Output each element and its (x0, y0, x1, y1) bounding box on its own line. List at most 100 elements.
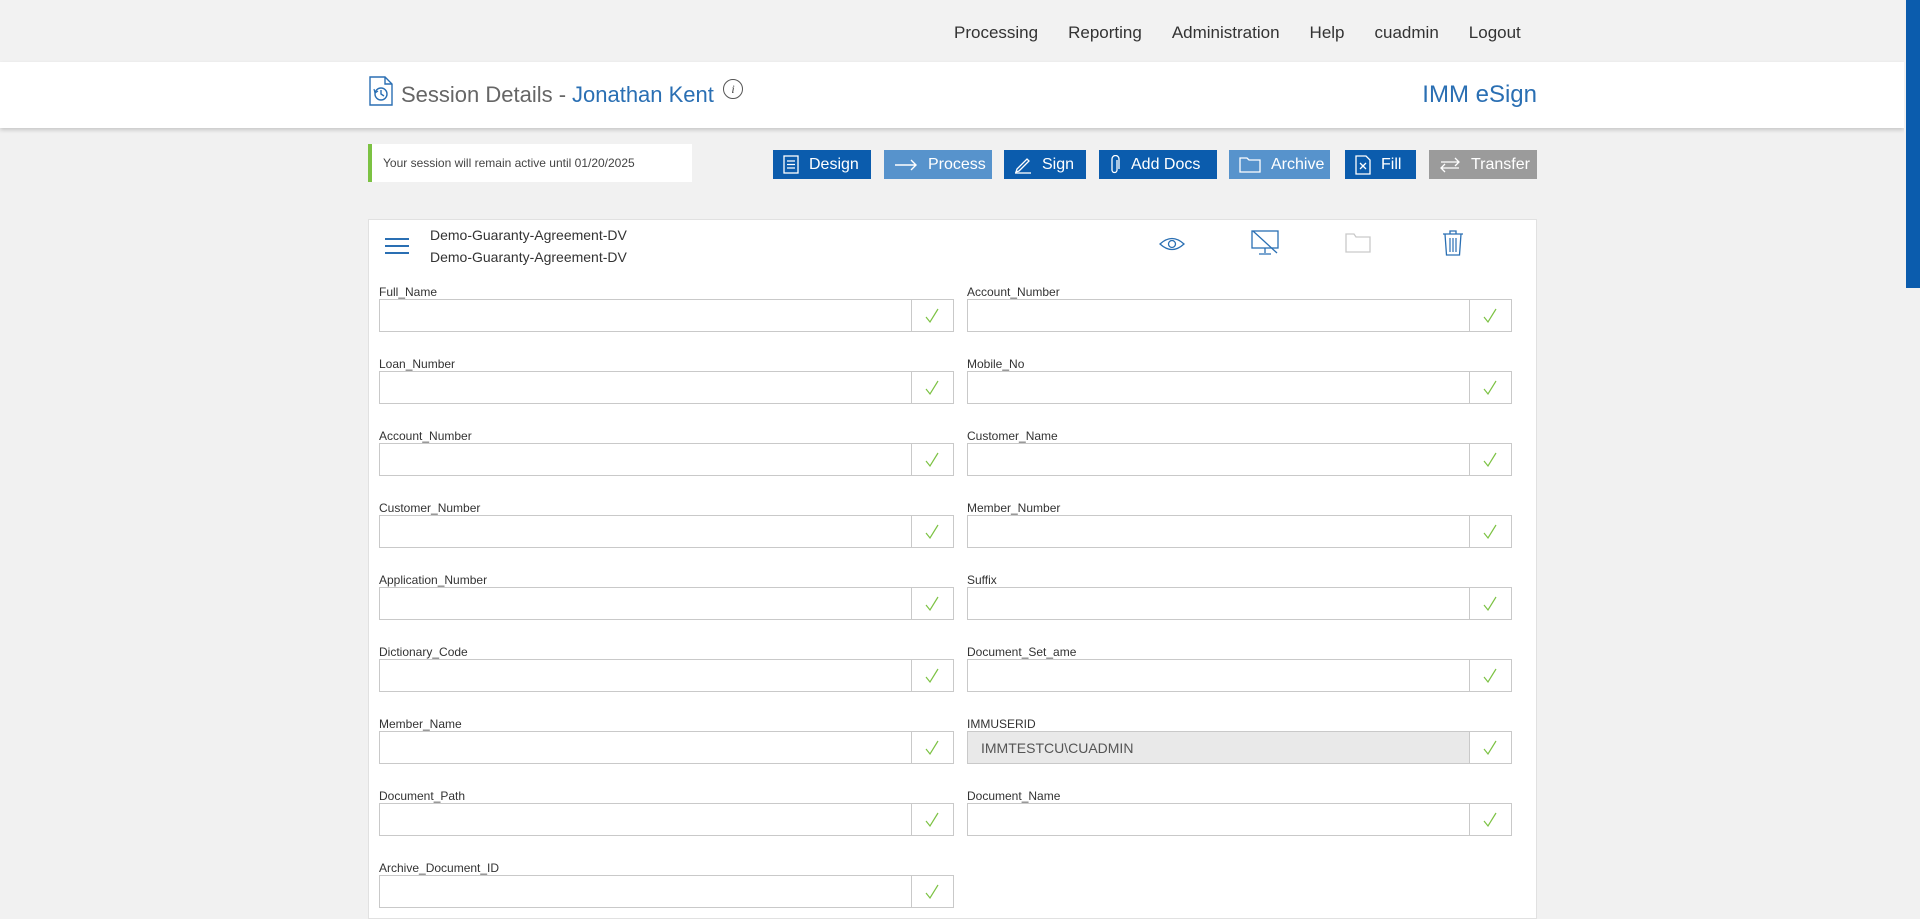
field-label: Dictionary_Code (379, 645, 468, 659)
page-header: Session Details - Jonathan Kent i IMM eS… (0, 62, 1904, 128)
folder-icon (1239, 157, 1261, 173)
scrollbar-thumb[interactable] (1906, 0, 1920, 288)
transfer-label: Transfer (1471, 155, 1530, 173)
nav-links: Processing Reporting Administration Help… (954, 23, 1551, 43)
field-value: IMMTESTCU\CUADMIN (981, 740, 1134, 756)
checkmark-icon (1483, 380, 1497, 396)
checkmark-icon (1483, 452, 1497, 468)
field-label: Archive_Document_ID (379, 861, 500, 875)
fill-form-icon (1355, 154, 1371, 175)
hamburger-icon[interactable] (385, 238, 409, 259)
confirm-button[interactable] (912, 587, 954, 620)
mobile-no-input[interactable] (967, 371, 1470, 404)
confirm-button[interactable] (1470, 299, 1512, 332)
archive-button[interactable]: Archive (1229, 150, 1330, 179)
checkmark-icon (1483, 740, 1497, 756)
confirm-button[interactable] (1470, 659, 1512, 692)
design-button[interactable]: Design (773, 150, 871, 179)
session-history-icon (369, 76, 393, 106)
folder-icon (1345, 233, 1371, 253)
document-subname: Demo-Guaranty-Agreement-DV (430, 249, 627, 265)
add-docs-button[interactable]: Add Docs (1099, 150, 1217, 179)
list-icon (783, 155, 799, 174)
checkmark-icon (925, 380, 939, 396)
customer-name-input[interactable] (967, 443, 1470, 476)
full-name-input[interactable] (379, 299, 912, 332)
info-icon[interactable]: i (723, 79, 743, 99)
member-number-input[interactable] (967, 515, 1470, 548)
fill-button[interactable]: Fill (1345, 150, 1416, 179)
nav-reporting[interactable]: Reporting (1068, 23, 1142, 43)
field-label: Customer_Name (967, 429, 1058, 443)
confirm-button[interactable] (912, 371, 954, 404)
session-notice: Your session will remain active until 01… (368, 144, 692, 182)
transfer-button[interactable]: Transfer (1429, 150, 1537, 179)
document-name-input[interactable] (967, 803, 1470, 836)
checkmark-icon (925, 524, 939, 540)
checkmark-icon (925, 884, 939, 900)
session-name: Jonathan Kent (572, 82, 714, 107)
document-card: Demo-Guaranty-Agreement-DV Demo-Guaranty… (368, 219, 1537, 919)
monitor-off-icon[interactable] (1251, 230, 1279, 256)
field-label: Account_Number (379, 429, 472, 443)
nav-user[interactable]: cuadmin (1375, 23, 1439, 43)
field-label: IMMUSERID (967, 717, 1036, 731)
checkmark-icon (925, 668, 939, 684)
field-label: Mobile_No (967, 357, 1025, 371)
page-title: Session Details - (401, 82, 567, 107)
field-label: Application_Number (379, 573, 488, 587)
checkmark-icon (925, 740, 939, 756)
customer-number-input[interactable] (379, 515, 912, 548)
eye-icon[interactable] (1159, 236, 1185, 252)
field-label: Document_Set_ame (967, 645, 1077, 659)
nav-help[interactable]: Help (1310, 23, 1345, 43)
field-label: Document_Name (967, 789, 1061, 803)
confirm-button[interactable] (1470, 371, 1512, 404)
field-label: Member_Number (967, 501, 1061, 515)
checkmark-icon (1483, 812, 1497, 828)
confirm-button[interactable] (1470, 731, 1512, 764)
process-label: Process (928, 155, 986, 173)
confirm-button[interactable] (912, 515, 954, 548)
trash-icon[interactable] (1442, 230, 1464, 256)
confirm-button[interactable] (912, 803, 954, 836)
confirm-button[interactable] (912, 875, 954, 908)
confirm-button[interactable] (1470, 803, 1512, 836)
suffix-input[interactable] (967, 587, 1470, 620)
nav-logout[interactable]: Logout (1469, 23, 1521, 43)
confirm-button[interactable] (912, 659, 954, 692)
field-label: Suffix (967, 573, 997, 587)
confirm-button[interactable] (912, 731, 954, 764)
nav-processing[interactable]: Processing (954, 23, 1038, 43)
checkmark-icon (925, 308, 939, 324)
sign-label: Sign (1042, 155, 1075, 173)
sign-button[interactable]: Sign (1004, 150, 1086, 179)
account-number-2-input[interactable] (967, 299, 1470, 332)
design-label: Design (809, 155, 859, 173)
checkmark-icon (1483, 308, 1497, 324)
transfer-icon (1440, 157, 1460, 172)
checkmark-icon (925, 812, 939, 828)
document-set-name-input[interactable] (967, 659, 1470, 692)
confirm-button[interactable] (1470, 515, 1512, 548)
process-button[interactable]: Process (884, 150, 992, 179)
confirm-button[interactable] (1470, 443, 1512, 476)
archive-document-id-input[interactable] (379, 875, 912, 908)
confirm-button[interactable] (1470, 587, 1512, 620)
confirm-button[interactable] (912, 299, 954, 332)
checkmark-icon (1483, 524, 1497, 540)
document-name: Demo-Guaranty-Agreement-DV (430, 227, 627, 243)
account-number-input[interactable] (379, 443, 912, 476)
confirm-button[interactable] (912, 443, 954, 476)
field-label: Full_Name (379, 285, 438, 299)
field-label: Document_Path (379, 789, 466, 803)
dictionary-code-input[interactable] (379, 659, 912, 692)
nav-administration[interactable]: Administration (1172, 23, 1280, 43)
checkmark-icon (925, 452, 939, 468)
member-name-input[interactable] (379, 731, 912, 764)
archive-label: Archive (1271, 155, 1325, 173)
loan-number-input[interactable] (379, 371, 912, 404)
field-label: Account_Number (967, 285, 1060, 299)
document-path-input[interactable] (379, 803, 912, 836)
application-number-input[interactable] (379, 587, 912, 620)
